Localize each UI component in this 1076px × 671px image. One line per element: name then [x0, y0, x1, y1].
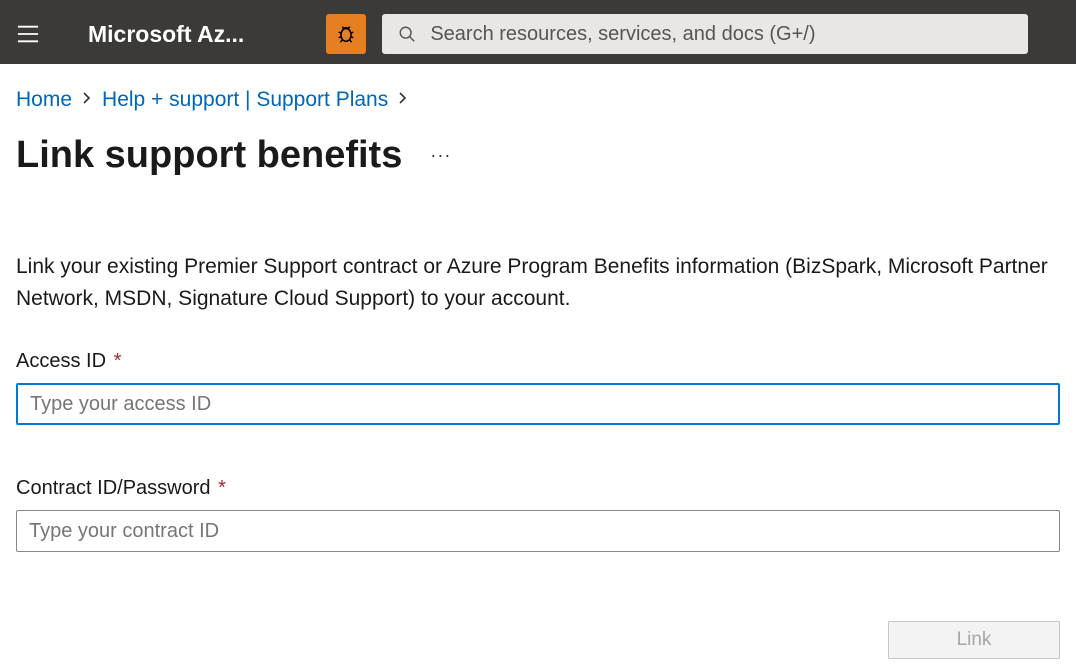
access-id-label: Access ID: [16, 350, 106, 372]
hamburger-menu-button[interactable]: [8, 14, 48, 54]
brand-label[interactable]: Microsoft Az...: [88, 21, 244, 48]
hamburger-icon: [17, 25, 39, 43]
search-box[interactable]: [382, 14, 1028, 54]
access-id-label-row: Access ID *: [16, 350, 1060, 373]
content: Home Help + support | Support Plans Link…: [0, 64, 1076, 552]
search-input[interactable]: [430, 23, 1012, 46]
title-row: Link support benefits ···: [16, 134, 1060, 177]
bug-feedback-button[interactable]: [326, 14, 366, 54]
link-button[interactable]: Link: [888, 621, 1060, 659]
more-actions-button[interactable]: ···: [430, 145, 451, 166]
breadcrumb-help-support[interactable]: Help + support | Support Plans: [102, 88, 388, 112]
contract-id-label: Contract ID/Password: [16, 477, 211, 499]
contract-id-group: Contract ID/Password *: [16, 477, 1060, 552]
access-id-input[interactable]: [16, 383, 1060, 425]
required-mark: *: [218, 477, 226, 499]
bug-icon: [335, 23, 357, 45]
chevron-right-icon: [82, 91, 92, 109]
contract-id-label-row: Contract ID/Password *: [16, 477, 1060, 500]
page-description: Link your existing Premier Support contr…: [16, 251, 1060, 314]
footer: Link: [16, 607, 1060, 659]
contract-id-input[interactable]: [16, 510, 1060, 552]
page-title: Link support benefits: [16, 134, 402, 177]
access-id-group: Access ID *: [16, 350, 1060, 425]
chevron-right-icon: [398, 91, 408, 109]
required-mark: *: [114, 350, 122, 372]
header: Microsoft Az...: [0, 4, 1076, 64]
search-icon: [398, 25, 416, 43]
breadcrumb-home[interactable]: Home: [16, 88, 72, 112]
breadcrumb: Home Help + support | Support Plans: [16, 88, 1060, 112]
